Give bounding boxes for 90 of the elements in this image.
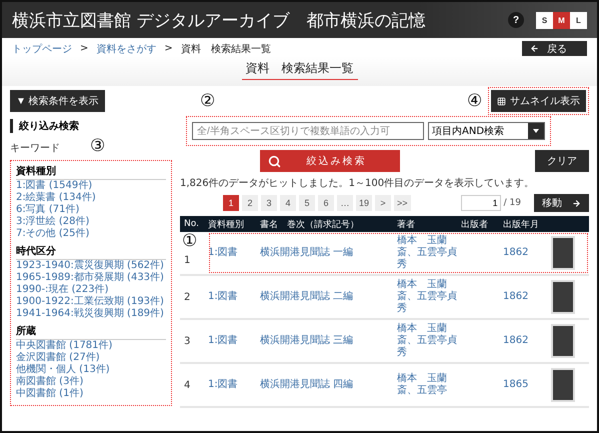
search-mode-dropdown[interactable]: 項目内AND検索 — [428, 122, 545, 140]
author-link[interactable]: 橋本 玉蘭斎、五雲亭貞秀 — [397, 235, 461, 271]
author-link[interactable]: 橋本 玉蘭斎、五雲亭貞秀 — [397, 323, 461, 359]
facet-heading: 所蔵 — [16, 324, 166, 340]
table-cell-text: 3 — [183, 336, 192, 346]
facet-link[interactable]: 中図書館 (1件) — [16, 388, 166, 400]
column-header: 資料種別 — [208, 218, 245, 230]
facet-link[interactable]: 1:図書 (1549件) — [16, 180, 166, 192]
help-button[interactable]: ? — [508, 12, 524, 28]
facet-link[interactable]: 1965-1989:都市発展期 (433件) — [16, 272, 166, 284]
facet-link[interactable]: 7:その他 (25件) — [16, 228, 166, 240]
facet-link[interactable]: 1990-:現在 (223件) — [16, 284, 166, 296]
author-link[interactable]: 橋本 玉蘭斎、五雲亭貞秀 — [397, 279, 461, 315]
year-link[interactable]: 1862 — [503, 291, 551, 303]
facet-link[interactable]: 2:絵葉書 (134件) — [16, 192, 166, 204]
font-size-button[interactable]: M — [553, 12, 570, 28]
facet-link[interactable]: 南図書館 (3件) — [16, 376, 166, 388]
year-link[interactable]: 1862 — [503, 247, 551, 259]
grid-icon — [497, 96, 506, 106]
search-icon — [268, 154, 281, 168]
keyword-input-field[interactable]: 全/半角スペース区切りで複数単語の入力可 — [192, 122, 424, 140]
page-total: / 19 — [504, 198, 521, 208]
breadcrumb-current: 資料 検索結果一覧 — [180, 42, 271, 56]
facet-link[interactable]: 1941-1964:戦災復興期 (189件) — [16, 308, 166, 320]
go-button[interactable]: 移動 — [534, 194, 589, 212]
facet-link[interactable]: 中央図書館 (1781件) — [16, 340, 166, 352]
year-link[interactable]: 1862 — [503, 335, 551, 347]
pagination-button[interactable]: 3 — [261, 195, 277, 211]
type-link[interactable]: 1:図書 — [208, 335, 260, 347]
book-thumbnail[interactable] — [551, 368, 575, 402]
type-link[interactable]: 1:図書 — [208, 379, 260, 391]
title-link[interactable]: 横浜開港見聞誌 二編 — [260, 291, 397, 303]
type-link[interactable]: 1:図書 — [208, 291, 260, 303]
facet-link[interactable]: 金沢図書館 (27件) — [16, 352, 166, 364]
author-link[interactable]: 橋本 玉蘭斎、五雲亭 — [397, 373, 461, 397]
breadcrumb-link[interactable]: トップページ — [12, 42, 72, 56]
annotation-number: ① — [182, 233, 197, 250]
title-link[interactable]: 横浜開港見聞誌 四編 — [260, 379, 397, 391]
pagination-button[interactable]: … — [337, 195, 353, 211]
pagination-button[interactable]: >> — [394, 195, 411, 211]
facet-link[interactable]: 1900-1922:工業伝致期 (193件) — [16, 296, 166, 308]
year-link[interactable]: 1865 — [503, 379, 551, 391]
back-button[interactable]: 戻る — [522, 40, 587, 56]
annotation-number: ④ — [467, 92, 482, 110]
site-title: 横浜市立図書館 デジタルアーカイブ 都市横浜の記憶 — [12, 10, 426, 32]
result-summary: 1,826件のデータがヒットしました。1～100件目のデータを表示しています。 — [180, 176, 536, 190]
title-link[interactable]: 横浜開港見聞誌 三編 — [260, 335, 397, 347]
column-header: No. — [183, 219, 200, 229]
pagination-button[interactable]: 6 — [318, 195, 334, 211]
facet-heading: 時代区分 — [16, 244, 166, 260]
arrow-left-icon — [530, 44, 539, 53]
keyword-label: キーワード — [10, 142, 60, 155]
pagination-button[interactable]: 4 — [280, 195, 296, 211]
table-cell-text: 2 — [183, 292, 192, 302]
table-cell-text: 1 — [183, 254, 192, 266]
caret-icon — [528, 123, 544, 139]
column-header: 出版者 — [461, 218, 489, 230]
page-number-field[interactable]: 1 — [460, 195, 501, 211]
facet-link[interactable]: 1923-1940:震災復興期 (562件) — [16, 260, 166, 272]
pagination-button[interactable]: 19 — [356, 195, 372, 211]
title-link[interactable]: 横浜開港見聞誌 一編 — [260, 247, 397, 259]
breadcrumb-separator: > — [164, 43, 173, 54]
thumbnail-view-button[interactable]: サムネイル表示 — [491, 90, 586, 112]
pagination-button[interactable]: 2 — [242, 195, 258, 211]
font-size-button[interactable]: S — [536, 12, 553, 28]
refine-search-button[interactable]: 絞込み検索 — [260, 150, 400, 172]
book-thumbnail[interactable] — [551, 324, 575, 358]
pagination-button[interactable]: 5 — [299, 195, 315, 211]
column-header: 著者 — [397, 218, 416, 230]
arrow-right-icon — [572, 198, 581, 208]
font-size-button[interactable]: L — [570, 12, 587, 28]
show-conditions-button[interactable]: ▼ 検索条件を表示 — [10, 90, 105, 112]
breadcrumb-separator: > — [80, 43, 88, 54]
breadcrumb-link[interactable]: 資料をさがす — [96, 42, 156, 56]
page-title: 資料 検索結果一覧 — [242, 60, 358, 80]
clear-button[interactable]: クリア — [535, 150, 589, 172]
column-header: 書名 巻次（請求記号） — [260, 218, 360, 230]
facet-link[interactable]: 6:写真 (71件) — [16, 204, 166, 216]
book-thumbnail[interactable] — [551, 236, 575, 270]
annotation-number: ③ — [90, 138, 105, 155]
facet-link[interactable]: 他機関・個人 (13件) — [16, 364, 166, 376]
facet-heading: 資料種別 — [16, 164, 166, 180]
facet-link[interactable]: 3:浮世絵 (28件) — [16, 216, 166, 228]
book-thumbnail[interactable] — [551, 280, 575, 314]
table-cell-text: 4 — [183, 380, 192, 390]
refine-heading: 絞り込み検索 — [10, 119, 172, 133]
pagination-button[interactable]: > — [375, 195, 392, 211]
column-header: 出版年月 — [503, 218, 540, 230]
pagination-button[interactable]: 1 — [223, 195, 239, 211]
annotation-number: ② — [200, 92, 215, 110]
